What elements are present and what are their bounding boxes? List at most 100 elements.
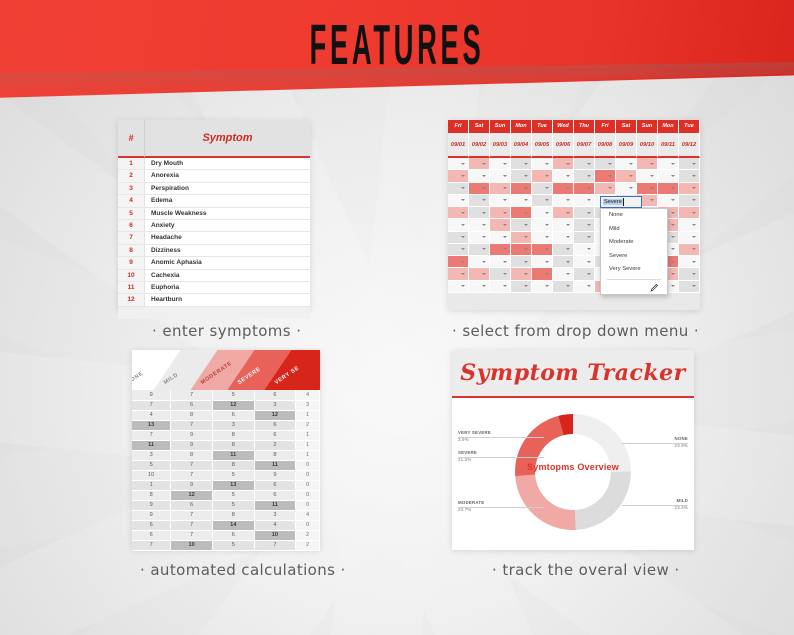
chevron-down-icon[interactable] <box>482 223 486 226</box>
chevron-down-icon[interactable] <box>545 211 549 214</box>
chevron-down-icon[interactable] <box>650 162 654 165</box>
chevron-down-icon[interactable] <box>545 285 549 288</box>
severity-cell[interactable] <box>469 268 490 281</box>
chevron-down-icon[interactable] <box>482 236 486 239</box>
symptom-row[interactable]: 10 Cachexia <box>118 269 310 282</box>
chevron-down-icon[interactable] <box>566 236 570 239</box>
chevron-down-icon[interactable] <box>692 285 696 288</box>
severity-cell[interactable] <box>490 231 511 244</box>
severity-cell[interactable] <box>658 170 679 183</box>
severity-cell[interactable] <box>658 182 679 195</box>
chevron-down-icon[interactable] <box>461 211 465 214</box>
chevron-down-icon[interactable] <box>587 248 591 251</box>
severity-cell[interactable] <box>448 207 469 220</box>
chevron-down-icon[interactable] <box>566 211 570 214</box>
active-severity-cell[interactable]: Severe <box>600 196 642 208</box>
severity-cell[interactable] <box>679 170 700 183</box>
chevron-down-icon[interactable] <box>545 174 549 177</box>
severity-cell[interactable] <box>490 182 511 195</box>
chevron-down-icon[interactable] <box>566 162 570 165</box>
chevron-down-icon[interactable] <box>503 260 507 263</box>
severity-cell[interactable] <box>553 194 574 207</box>
dropdown-options[interactable]: None Mild Moderate Severe Very Severe <box>601 209 667 277</box>
severity-cell[interactable] <box>448 219 469 232</box>
chevron-down-icon[interactable] <box>671 236 675 239</box>
chevron-down-icon[interactable] <box>566 223 570 226</box>
severity-cell[interactable] <box>448 231 469 244</box>
chevron-down-icon[interactable] <box>461 174 465 177</box>
severity-cell[interactable] <box>532 158 553 171</box>
chevron-down-icon[interactable] <box>524 272 528 275</box>
symptom-row[interactable]: 7 Headache <box>118 232 310 245</box>
symptom-row[interactable]: 9 Anomic Aphasia <box>118 257 310 270</box>
chevron-down-icon[interactable] <box>461 236 465 239</box>
severity-cell[interactable] <box>532 219 553 232</box>
severity-cell[interactable] <box>490 256 511 269</box>
severity-cell[interactable] <box>574 219 595 232</box>
symptom-row[interactable]: 2 Anorexia <box>118 170 310 183</box>
chevron-down-icon[interactable] <box>587 199 591 202</box>
severity-cell[interactable] <box>595 182 616 195</box>
severity-cell[interactable] <box>679 182 700 195</box>
chevron-down-icon[interactable] <box>671 260 675 263</box>
chevron-down-icon[interactable] <box>482 199 486 202</box>
severity-cell[interactable] <box>469 280 490 293</box>
severity-cell[interactable] <box>532 194 553 207</box>
chevron-down-icon[interactable] <box>587 285 591 288</box>
chevron-down-icon[interactable] <box>524 223 528 226</box>
chevron-down-icon[interactable] <box>524 174 528 177</box>
chevron-down-icon[interactable] <box>503 187 507 190</box>
chevron-down-icon[interactable] <box>545 162 549 165</box>
severity-cell[interactable] <box>532 207 553 220</box>
severity-cell[interactable] <box>574 256 595 269</box>
chevron-down-icon[interactable] <box>545 260 549 263</box>
severity-cell[interactable] <box>574 194 595 207</box>
chevron-down-icon[interactable] <box>587 174 591 177</box>
symptom-row[interactable]: 6 Anxiety <box>118 219 310 233</box>
chevron-down-icon[interactable] <box>566 199 570 202</box>
severity-cell[interactable] <box>574 243 595 256</box>
chevron-down-icon[interactable] <box>461 260 465 263</box>
chevron-down-icon[interactable] <box>587 187 591 190</box>
chevron-down-icon[interactable] <box>692 272 696 275</box>
severity-cell[interactable] <box>469 231 490 244</box>
chevron-down-icon[interactable] <box>671 199 675 202</box>
dropdown-option[interactable]: Moderate <box>601 236 667 250</box>
chevron-down-icon[interactable] <box>650 199 654 202</box>
severity-dropdown-menu[interactable]: None Mild Moderate Severe Very Severe <box>600 208 668 295</box>
chevron-down-icon[interactable] <box>629 187 633 190</box>
severity-cell[interactable] <box>553 256 574 269</box>
chevron-down-icon[interactable] <box>692 187 696 190</box>
severity-cell[interactable] <box>532 256 553 269</box>
chevron-down-icon[interactable] <box>545 236 549 239</box>
severity-cell[interactable] <box>574 207 595 220</box>
chevron-down-icon[interactable] <box>587 260 591 263</box>
chevron-down-icon[interactable] <box>671 285 675 288</box>
severity-cell[interactable] <box>448 158 469 171</box>
severity-cell[interactable] <box>532 243 553 256</box>
severity-cell[interactable] <box>595 158 616 171</box>
chevron-down-icon[interactable] <box>566 187 570 190</box>
severity-cell[interactable] <box>658 158 679 171</box>
severity-cell[interactable] <box>448 280 469 293</box>
severity-cell[interactable] <box>469 243 490 256</box>
severity-cell[interactable] <box>469 219 490 232</box>
severity-cell[interactable] <box>616 170 637 183</box>
severity-cell[interactable] <box>490 194 511 207</box>
pencil-icon[interactable] <box>650 283 659 292</box>
chevron-down-icon[interactable] <box>566 260 570 263</box>
severity-cell[interactable] <box>511 256 532 269</box>
severity-cell[interactable] <box>532 182 553 195</box>
severity-cell[interactable] <box>490 280 511 293</box>
chevron-down-icon[interactable] <box>524 236 528 239</box>
severity-cell[interactable] <box>469 207 490 220</box>
chevron-down-icon[interactable] <box>692 260 696 263</box>
severity-cell[interactable] <box>532 280 553 293</box>
severity-cell[interactable] <box>574 170 595 183</box>
severity-cell[interactable] <box>679 207 700 220</box>
chevron-down-icon[interactable] <box>524 248 528 251</box>
chevron-down-icon[interactable] <box>692 162 696 165</box>
chevron-down-icon[interactable] <box>503 211 507 214</box>
severity-cell[interactable] <box>553 231 574 244</box>
severity-cell[interactable] <box>448 170 469 183</box>
